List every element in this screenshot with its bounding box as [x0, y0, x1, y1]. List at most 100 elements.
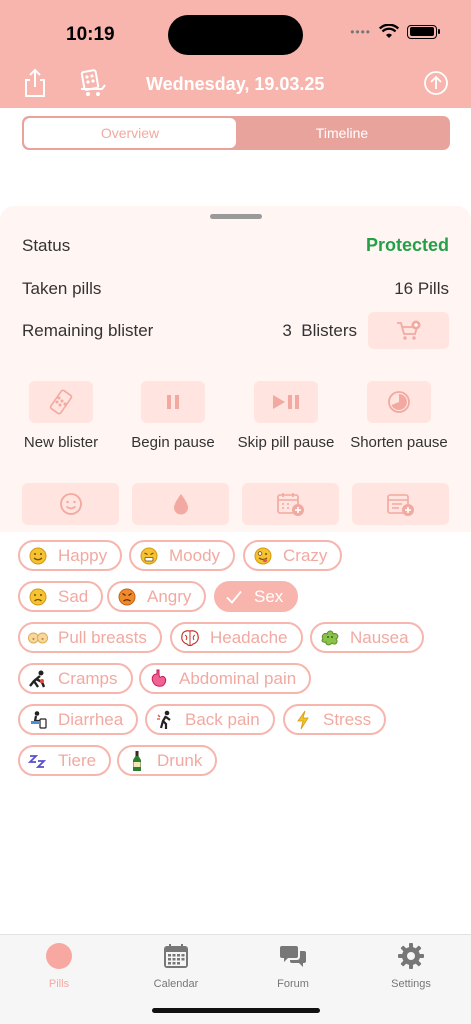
sad-face-icon — [28, 587, 48, 607]
symptom-label: Tiere — [58, 750, 97, 770]
signal-icon: •••• — [350, 24, 371, 39]
symptom-chip-tiere[interactable]: Tiere — [18, 745, 112, 776]
nausea-icon — [320, 628, 340, 648]
crazy-face-icon — [253, 546, 273, 566]
add-note-button[interactable] — [352, 483, 449, 525]
stomach-icon — [149, 669, 169, 689]
tab-forum[interactable]: Forum — [253, 942, 333, 990]
happy-face-icon — [28, 546, 48, 566]
symptom-chip-stress[interactable]: Stress — [283, 704, 387, 735]
arrow-up-circle-icon[interactable] — [421, 68, 451, 98]
cart-add-icon — [396, 320, 420, 340]
remaining-blister-label: Remaining blister — [22, 321, 154, 340]
buy-blister-button[interactable] — [368, 312, 449, 349]
status-time: 10:19 — [66, 24, 115, 45]
skip-pill-pause-button[interactable] — [254, 381, 318, 423]
pie-clock-icon — [388, 391, 410, 413]
blister-icon — [49, 389, 73, 415]
begin-pause-button[interactable] — [141, 381, 205, 423]
pill-circle-icon — [45, 942, 73, 970]
symptom-label: Angry — [147, 586, 192, 606]
symptom-label: Sex — [254, 586, 284, 606]
symptom-label: Sad — [58, 586, 89, 606]
symptom-chip-headache[interactable]: Headache — [170, 622, 303, 653]
symptom-chip-back-pain[interactable]: Back pain — [145, 704, 275, 735]
symptom-label: Cramps — [58, 668, 118, 688]
tab-timeline[interactable]: Timeline — [236, 118, 448, 148]
symptom-label: Happy — [58, 545, 108, 565]
home-indicator[interactable] — [152, 1008, 320, 1013]
cramps-icon — [28, 669, 48, 689]
status-icons: •••• — [350, 24, 440, 39]
chat-bubbles-icon — [279, 942, 307, 970]
symptom-label: Pull breasts — [58, 627, 147, 647]
tab-overview[interactable]: Overview — [24, 118, 236, 148]
symptom-chip-drunk[interactable]: Drunk — [117, 745, 218, 776]
header-date: Wednesday, 19.03.25 — [146, 74, 325, 94]
drop-icon — [173, 494, 188, 515]
symptom-chip-sad[interactable]: Sad — [18, 581, 104, 612]
symptom-chip-moody[interactable]: Moody — [129, 540, 236, 571]
calendar-icon — [162, 942, 190, 970]
smiley-icon — [59, 493, 82, 515]
view-segmented-control: Overview Timeline — [22, 116, 450, 150]
symptom-label: Nausea — [350, 627, 409, 647]
lightning-icon — [293, 710, 313, 730]
symptom-chip-angry[interactable]: Angry — [107, 581, 207, 612]
bleeding-button[interactable] — [132, 483, 229, 525]
skip-pill-pause-action[interactable]: Skip pill pause — [230, 381, 342, 451]
dynamic-island — [168, 15, 303, 55]
shorten-pause-action[interactable]: Shorten pause — [343, 381, 455, 451]
status-value: Protected — [365, 235, 449, 255]
status-label: Status — [22, 236, 71, 255]
angry-face-icon — [117, 587, 137, 607]
symptom-chip-nausea[interactable]: Nausea — [310, 622, 424, 653]
symptom-label: Drunk — [157, 750, 203, 770]
moody-face-icon — [139, 546, 159, 566]
symptom-label: Abdominal pain — [179, 668, 297, 688]
symptom-chip-cramps[interactable]: Cramps — [18, 663, 133, 694]
tab-settings[interactable]: Settings — [371, 942, 451, 990]
tab-calendar[interactable]: Calendar — [136, 942, 216, 990]
add-appointment-button[interactable] — [242, 483, 339, 525]
begin-pause-label: Begin pause — [131, 434, 215, 451]
symptom-chip-happy[interactable]: Happy — [18, 540, 123, 571]
bottle-icon — [127, 750, 147, 771]
symptom-chip-crazy[interactable]: Crazy — [243, 540, 343, 571]
sheet-grabber[interactable] — [210, 214, 262, 219]
play-pause-icon — [273, 395, 299, 409]
symptom-label: Diarrhea — [58, 709, 124, 729]
tab-label: Forum — [277, 978, 309, 990]
symptom-label: Stress — [323, 709, 372, 729]
checkmark-icon — [224, 587, 244, 607]
zzz-icon — [28, 751, 48, 771]
symptom-chip-pull-breasts[interactable]: Pull breasts — [18, 622, 162, 653]
new-blister-action[interactable]: New blister — [5, 381, 117, 451]
symptom-chip-diarrhea[interactable]: Diarrhea — [18, 704, 139, 735]
begin-pause-action[interactable]: Begin pause — [117, 381, 229, 451]
pause-icon — [167, 395, 179, 409]
remaining-blister-value: 3 Blisters — [282, 321, 357, 340]
shorten-pause-button[interactable] — [367, 381, 431, 423]
tab-label: Pills — [48, 978, 70, 990]
taken-pills-label: Taken pills — [22, 279, 102, 298]
new-blister-button[interactable] — [29, 381, 93, 423]
toilet-icon — [28, 710, 48, 730]
wifi-icon — [379, 24, 399, 38]
battery-icon — [407, 24, 440, 39]
gear-icon — [397, 942, 425, 970]
symptom-label: Back pain — [185, 709, 260, 729]
brain-icon — [180, 628, 200, 648]
symptom-chip-abdominal-pain[interactable]: Abdominal pain — [139, 663, 312, 694]
back-pain-icon — [155, 710, 175, 730]
taken-pills-value: 16 Pills — [394, 279, 449, 298]
mood-button[interactable] — [22, 483, 119, 525]
breasts-icon — [28, 628, 48, 648]
share-icon[interactable] — [20, 68, 50, 98]
tab-label: Settings — [391, 978, 431, 990]
symptom-chip-sex[interactable]: Sex — [214, 581, 299, 612]
blister-cart-icon[interactable] — [78, 68, 108, 98]
new-blister-label: New blister — [23, 434, 99, 451]
tab-pills[interactable]: Pills — [19, 942, 99, 990]
tab-label: Calendar — [153, 978, 199, 990]
